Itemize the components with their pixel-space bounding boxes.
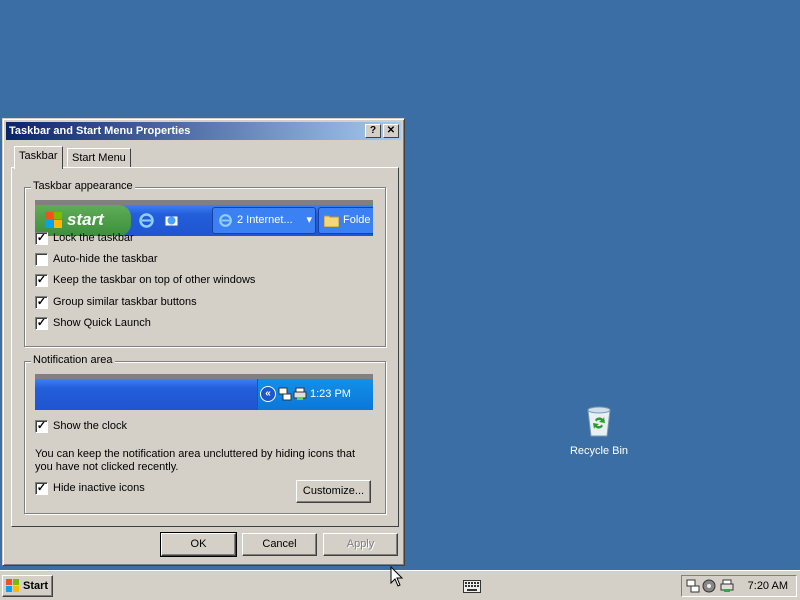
lock-taskbar-option[interactable]: ✓ Lock the taskbar [35,232,134,246]
preview-ie-group-label: 2 Internet... [237,214,293,226]
keep-on-top-label: Keep the taskbar on top of other windows [53,274,256,286]
customize-button[interactable]: Customize... [296,480,371,503]
quick-launch-checkbox[interactable]: ✓ [35,317,48,330]
show-clock-option[interactable]: ✓ Show the clock [35,420,127,434]
close-button[interactable]: ✕ [383,124,399,138]
tab-taskbar[interactable]: Taskbar [14,146,63,169]
taskbar-preview: start 2 Internet... ▾ Folde [35,200,373,236]
chevron-left-icon: « [260,386,276,402]
auto-hide-checkbox[interactable] [35,253,48,266]
printer-icon[interactable] [720,579,734,593]
internet-explorer-icon [139,213,154,228]
start-label: Start [23,580,49,592]
hide-inactive-option[interactable]: ✓ Hide inactive icons [35,482,145,496]
apply-button[interactable]: Apply [323,533,398,556]
group-similar-option[interactable]: ✓ Group similar taskbar buttons [35,296,197,310]
auto-hide-option[interactable]: Auto-hide the taskbar [35,253,158,267]
keep-on-top-option[interactable]: ✓ Keep the taskbar on top of other window… [35,274,255,288]
folder-icon [324,215,339,227]
taskbar-properties-dialog: Taskbar and Start Menu Properties ? ✕ Ta… [2,118,405,566]
cancel-button[interactable]: Cancel [242,533,317,556]
taskbar-clock[interactable]: 7:20 AM [748,576,788,596]
tab-start-menu[interactable]: Start Menu [67,148,131,168]
auto-hide-label: Auto-hide the taskbar [53,253,158,265]
start-button[interactable]: Start [2,575,53,597]
system-tray: 7:20 AM [681,575,797,597]
show-clock-label: Show the clock [53,420,127,432]
internet-explorer-icon [219,214,232,227]
tab-panel: Taskbar appearance start 2 Internet... ▾… [11,167,399,527]
keyboard-icon[interactable] [463,580,481,593]
preview-clock: 1:23 PM [310,388,351,400]
taskbar-appearance-group: Taskbar appearance start 2 Internet... ▾… [24,180,386,347]
network-icon[interactable] [686,579,700,593]
quick-launch-label: Show Quick Launch [53,317,151,329]
quick-launch-option[interactable]: ✓ Show Quick Launch [35,317,151,331]
lock-taskbar-checkbox[interactable]: ✓ [35,232,48,245]
notification-description: You can keep the notification area unclu… [35,448,356,473]
notification-area-title: Notification area [31,354,115,366]
recycle-bin-icon [587,406,611,437]
network-icon [278,387,292,401]
preview-folder-button: Folde [318,207,373,234]
hide-inactive-label: Hide inactive icons [53,482,145,494]
volume-icon[interactable] [702,579,716,593]
taskbar-appearance-title: Taskbar appearance [31,180,135,192]
preview-tray: « 1:23 PM [257,379,373,410]
ok-button[interactable]: OK [160,532,237,557]
preview-start-label: start [67,210,104,229]
show-clock-checkbox[interactable]: ✓ [35,420,48,433]
recycle-bin-desktop-icon[interactable]: Recycle Bin [566,404,632,457]
windows-flag-icon [6,579,19,592]
printer-icon [293,387,307,400]
group-similar-label: Group similar taskbar buttons [53,296,197,308]
hide-inactive-checkbox[interactable]: ✓ [35,482,48,495]
windows-flag-icon [45,212,62,228]
dialog-title: Taskbar and Start Menu Properties [9,125,191,137]
recycle-bin-label: Recycle Bin [569,445,629,457]
group-similar-checkbox[interactable]: ✓ [35,296,48,309]
keep-on-top-checkbox[interactable]: ✓ [35,274,48,287]
lock-taskbar-label: Lock the taskbar [53,232,134,244]
notification-area-group: Notification area « 1:23 PM ✓ Show the c… [24,354,386,514]
notification-preview: « 1:23 PM [35,374,373,410]
outlook-express-icon [164,215,179,227]
title-bar[interactable]: Taskbar and Start Menu Properties ? ✕ [6,122,401,140]
chevron-down-icon: ▾ [306,214,312,226]
preview-ie-group-button: 2 Internet... ▾ [212,207,316,234]
mouse-cursor-icon [390,566,404,587]
preview-folder-label: Folde [343,214,371,226]
help-button[interactable]: ? [365,124,381,138]
